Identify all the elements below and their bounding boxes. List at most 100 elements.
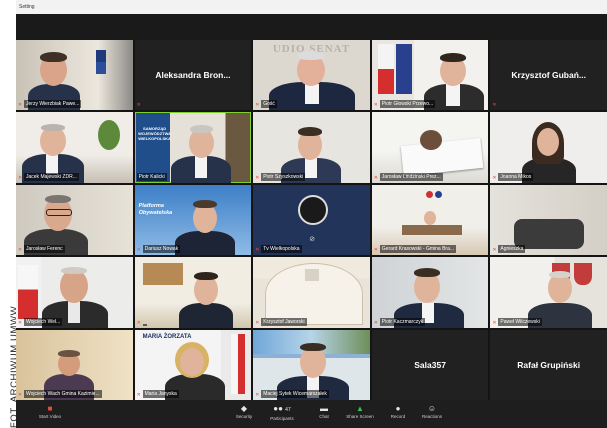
video-tile-18[interactable]: ✕ Krzysztof Jaworski bbox=[253, 257, 370, 328]
mute-icon: ✕ bbox=[492, 174, 497, 181]
flag-poland bbox=[96, 50, 106, 74]
banner-platform: Platforma Obywatelska bbox=[138, 202, 173, 216]
video-tile-15[interactable]: ✕ Agnieszka bbox=[490, 184, 607, 256]
video-grid: ✕ Jerzy Wierzbiak Pawe... Aleksandra Bro… bbox=[16, 40, 607, 400]
video-tile-17[interactable]: ✕ bbox=[134, 257, 252, 328]
paper-sheet bbox=[400, 138, 484, 177]
participant-name: Maciej Sytek Wicemarszałek bbox=[261, 390, 329, 398]
participant-name: Gość bbox=[261, 100, 277, 109]
mute-icon: ✕ bbox=[255, 102, 260, 109]
video-tile-14[interactable]: ✕ Gerard Krasowski - Gmina Bra... bbox=[371, 184, 489, 256]
video-tile-9[interactable]: ✕ Jarosław Lindzinski Prez... bbox=[371, 112, 489, 183]
video-tile-25[interactable]: Rafał Grupiński bbox=[490, 329, 607, 400]
participant-name: Piotr Głowski Przewo... bbox=[379, 100, 436, 109]
mute-icon: ✕ bbox=[18, 319, 23, 326]
flag-eu bbox=[434, 190, 442, 198]
plant bbox=[98, 120, 120, 151]
participant-name: Paweł Wilczewski bbox=[498, 317, 542, 326]
participant-name: Aleksandra Bron... bbox=[155, 70, 231, 81]
coat-of-arms-2 bbox=[574, 263, 593, 286]
mute-icon: ✕ bbox=[18, 247, 23, 254]
video-tile-7[interactable]: SAMORZĄD WOJEWÓDZTWA WIELKOPOLSKA Piotr … bbox=[134, 112, 252, 183]
video-tile-22[interactable]: MARIA ŻORZATA ✕ Maria Janyska bbox=[134, 329, 252, 400]
video-off-icon: ■ bbox=[47, 404, 53, 413]
participant-name: Tv Wielkopolska bbox=[261, 245, 302, 254]
participant-name: Maria Janyska bbox=[142, 390, 179, 398]
participant-name: Agnieszka bbox=[498, 245, 526, 254]
video-tile-5[interactable]: Krzysztof Gubań... ✕ bbox=[490, 40, 607, 111]
people-icon: ●● bbox=[273, 404, 283, 413]
mute-icon: ✕ bbox=[255, 174, 260, 181]
glasses bbox=[46, 208, 72, 216]
participant-name: Wojciech Wach Gmina Kazimie... bbox=[24, 390, 102, 398]
title-bar: Setting bbox=[16, 0, 607, 14]
participant-name: Dariusz Nowak bbox=[142, 245, 181, 254]
video-tile-12[interactable]: Platforma Obywatelska ✕ Dariusz Nowak bbox=[134, 184, 252, 256]
video-tile-13[interactable]: ⊘ ✕ Tv Wielkopolska bbox=[253, 184, 370, 256]
meeting-toolbar: ■ Start Video ◆ Security ●● 47 Participa… bbox=[16, 400, 607, 428]
participant-name: Krzysztof Gubań... bbox=[511, 70, 586, 81]
obs-logo-icon bbox=[298, 194, 329, 225]
smiley-icon: ☺ bbox=[427, 404, 437, 413]
flag-poland bbox=[377, 44, 394, 94]
mute-icon: ✕ bbox=[492, 102, 497, 109]
video-tile-2[interactable]: Aleksandra Bron... ✕ bbox=[134, 40, 252, 111]
video-tile-23[interactable]: ✕ Maciej Sytek Wicemarszałek bbox=[253, 329, 370, 400]
emblem bbox=[305, 269, 320, 282]
video-tile-3[interactable]: UDIO SENAT ✕ Gość bbox=[253, 40, 370, 111]
camera-off-icon: ⊘ bbox=[309, 235, 316, 243]
poster-text: MARIA ŻORZATA bbox=[142, 333, 192, 340]
participant-name: Piotr Szyszkowski bbox=[261, 172, 306, 181]
video-tile-6[interactable]: ✕ Jacek Majewski ZDR... bbox=[16, 112, 133, 183]
video-tile-4[interactable]: ✕ Piotr Głowski Przewo... bbox=[371, 40, 489, 111]
mute-icon: ✕ bbox=[255, 247, 260, 254]
mute-icon: ✕ bbox=[492, 247, 497, 254]
mute-icon: ✕ bbox=[373, 319, 378, 326]
participant-name: Jerzy Wierzbiak Pawe... bbox=[24, 100, 82, 109]
participant-name: Piotr Kalicki bbox=[136, 172, 167, 181]
participants-count: 47 bbox=[285, 407, 291, 413]
video-tile-24[interactable]: Sala357 bbox=[371, 329, 489, 400]
window-title: Setting bbox=[19, 4, 35, 10]
mute-icon: ✕ bbox=[492, 319, 497, 326]
participant-name: Krzysztof Jaworski bbox=[261, 317, 307, 326]
desk bbox=[401, 224, 462, 235]
start-video-button[interactable]: ■ Start Video bbox=[28, 403, 72, 427]
mute-icon: ✕ bbox=[18, 392, 23, 398]
mute-icon: ✕ bbox=[255, 392, 260, 398]
video-tile-19[interactable]: ✕ Piotr Kaczmarczyk bbox=[371, 257, 489, 328]
mute-icon: ✕ bbox=[136, 319, 141, 326]
flag-poland bbox=[425, 190, 433, 198]
video-tile-11[interactable]: ✕ Jarosław Ferenc bbox=[16, 184, 133, 256]
photo-credit-strip: FOT. ARCHIWUM UMWW bbox=[0, 0, 20, 428]
video-tile-20[interactable]: ✕ Paweł Wilczewski bbox=[490, 257, 607, 328]
mute-icon: ✕ bbox=[373, 102, 378, 109]
participants-button[interactable]: ●● 47 Participants bbox=[260, 403, 304, 427]
mute-icon: ✕ bbox=[136, 247, 141, 254]
flag-eu bbox=[395, 44, 412, 94]
flag-poland bbox=[230, 333, 245, 394]
mute-icon: ✕ bbox=[18, 174, 23, 181]
mute-icon: ✕ bbox=[373, 247, 378, 254]
zoom-window: Setting ✕ Jerzy Wierzbiak Pawe... Aleksa… bbox=[16, 0, 607, 428]
participant-name: Jacek Majewski ZDR... bbox=[24, 172, 79, 181]
video-tile-16[interactable]: ✕ Wojciech Wel... bbox=[16, 257, 133, 328]
mute-icon: ✕ bbox=[136, 102, 141, 109]
participant-name: Jarosław Ferenc bbox=[24, 245, 65, 254]
reactions-button[interactable]: ☺ Reactions bbox=[410, 403, 454, 427]
mute-icon: ✕ bbox=[18, 102, 23, 109]
participant-name: Piotr Kaczmarczyk bbox=[379, 317, 426, 326]
participant-name: Joanna Mikos bbox=[498, 172, 534, 181]
video-tile-8[interactable]: ✕ Piotr Szyszkowski bbox=[253, 112, 370, 183]
video-tile-1[interactable]: ✕ Jerzy Wierzbiak Pawe... bbox=[16, 40, 133, 111]
painting bbox=[142, 263, 183, 286]
participant-name: Wojciech Wel... bbox=[24, 317, 63, 326]
banner-samorzad: SAMORZĄD WOJEWÓDZTWA WIELKOPOLSKA bbox=[138, 126, 172, 142]
mute-icon: ✕ bbox=[373, 174, 378, 181]
mute-icon: ✕ bbox=[255, 319, 260, 326]
video-tile-21[interactable]: ✕ Wojciech Wach Gmina Kazimie... bbox=[16, 329, 133, 400]
participant-name: Jarosław Lindzinski Prez... bbox=[379, 172, 443, 181]
participant-name: Gerard Krasowski - Gmina Bra... bbox=[379, 245, 457, 254]
mute-icon: ✕ bbox=[136, 392, 141, 398]
video-tile-10[interactable]: ✕ Joanna Mikos bbox=[490, 112, 607, 183]
